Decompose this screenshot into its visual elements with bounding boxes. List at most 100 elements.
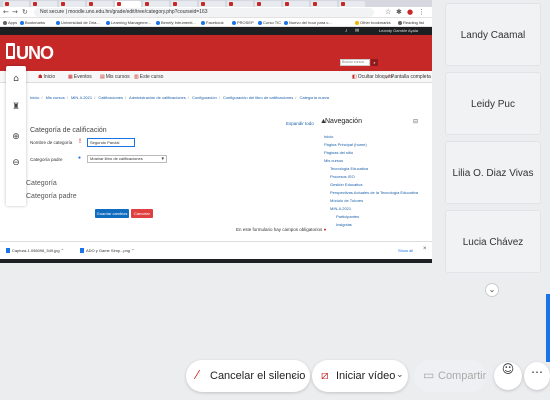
forward-icon[interactable]: → (12, 8, 18, 16)
nav-item[interactable]: Páginas del sitio (324, 150, 353, 155)
zoom-in-icon[interactable]: ⊕ (6, 132, 26, 142)
nav-item[interactable]: Página Principal (home) (324, 142, 367, 147)
fullscreen-button[interactable]: ⤢Pantalla completa (386, 74, 431, 80)
bookmark-reading-list[interactable]: Reading list (398, 20, 424, 25)
breadcrumb-item[interactable]: Mis cursos (46, 95, 65, 100)
bookmark-apps[interactable]: Apps (3, 20, 17, 25)
block-dock-icon[interactable]: ⊟ (413, 118, 418, 125)
participant-name: Leidy Puc (471, 99, 515, 110)
reactions-icon[interactable]: ☺ (494, 362, 522, 390)
nav-item[interactable]: Perspectivas Actuales de la Tecnología E… (330, 190, 418, 195)
os-taskbar (0, 259, 432, 263)
nav-mis-cursos[interactable]: ▤Mis cursos (100, 74, 130, 80)
nav-item[interactable]: Gestión Educativa (330, 182, 362, 187)
share-label: Compartir (438, 370, 487, 382)
nav-item[interactable]: Participantes (336, 214, 359, 219)
required-fields-note: En este formulario hay campos obligatori… (236, 227, 327, 232)
cancel-button[interactable]: Cancelar (131, 209, 153, 218)
breadcrumb-item[interactable]: Calificaciones (98, 95, 123, 100)
mic-muted-icon: ⁄ (196, 368, 199, 382)
parent-category-select[interactable]: Mostrar libro de calificaciones (87, 155, 167, 163)
bookmark-item[interactable]: Nuevo del hour para c... (284, 20, 332, 25)
breadcrumb-item[interactable]: Administración de calificaciones (129, 95, 186, 100)
uno-logo-mark (6, 43, 15, 59)
bookmark-item[interactable]: Bookmarks (20, 20, 45, 25)
download-item[interactable]: ADO y Game Simp...png ⌃ (80, 248, 134, 253)
bookmark-item[interactable]: Benefy Intrumenti... (156, 20, 196, 25)
bookmark-item[interactable]: PROSEP (232, 20, 254, 25)
bookmark-item[interactable]: Learning Manageme... (106, 20, 151, 25)
reload-icon[interactable]: ↻ (22, 8, 28, 16)
search-icon[interactable]: ⌕ (371, 59, 378, 66)
downloads-bar: Captura-1.098096_549.jpg ⌃ ADO y Game Si… (0, 241, 432, 259)
breadcrumb-item[interactable]: Inicio (30, 95, 39, 100)
chevron-down-icon[interactable]: ⌄ (396, 370, 404, 380)
url-text: Not secure | moodle.uno.edu.hn/grade/edi… (40, 9, 208, 15)
moodle-banner: UNO Buscar cursos ⌕ (0, 35, 432, 71)
download-item[interactable]: Captura-1.098096_549.jpg ⌃ (6, 248, 64, 253)
breadcrumb: Inicio / Mis cursos / MIN-II-2021/ Calific… (30, 95, 330, 100)
show-all-downloads-link[interactable]: Show all (398, 248, 413, 253)
expand-all-link[interactable]: Expandir todo (286, 121, 314, 126)
bookmark-other[interactable]: Other bookmarks (355, 20, 391, 25)
nav-eventos[interactable]: ▦Eventos (68, 74, 92, 80)
nav-item[interactable]: Mis cursos (324, 158, 343, 163)
participant-tile[interactable]: Lucia Chávez (445, 210, 541, 273)
more-options-icon[interactable]: … (524, 362, 550, 390)
navigation-title: Navegación (325, 118, 362, 125)
nav-item[interactable]: MIN-II-2021 (330, 206, 351, 211)
participant-tile[interactable]: Lilia O. Diaz Vivas (445, 141, 541, 204)
nav-item[interactable]: Insignias (336, 222, 352, 227)
share-button[interactable]: ▭ Compartir (414, 360, 486, 392)
nav-item[interactable]: Tecnología Educativa (330, 166, 368, 171)
share-screen-icon: ▭ (423, 368, 435, 382)
name-label: Nombre de categoría (30, 140, 73, 145)
chevron-down-icon[interactable]: ⌄ (290, 370, 298, 380)
browser-menu-icon[interactable]: ⋮ (418, 8, 425, 16)
profile-icon[interactable]: ● (407, 8, 413, 16)
participant-name: Lilia O. Diaz Vivas (452, 168, 534, 179)
bookmark-item[interactable]: Universidad de Oria... (56, 20, 100, 25)
nav-item[interactable]: Procesos ISO (330, 174, 355, 179)
url-field[interactable]: Not secure | moodle.uno.edu.hn/grade/edi… (34, 8, 374, 17)
uno-logo-text: UNO (16, 43, 54, 63)
shared-screen: ← → ↻ Not secure | moodle.uno.edu.hn/gra… (0, 0, 432, 263)
home-icon[interactable]: ⌂ (6, 74, 26, 84)
moodle-top-bar: ♪ ✉ Leandy Gamble Ayala (0, 27, 432, 35)
breadcrumb-item[interactable]: MIN-II-2021 (71, 95, 92, 100)
help-icon[interactable]: ● (78, 155, 81, 161)
start-video-button[interactable]: ⧄ Iniciar vídeo ⌄ (312, 360, 408, 392)
back-icon[interactable]: ← (3, 8, 9, 16)
nav-inicio[interactable]: ☗Inicio (38, 74, 55, 80)
messages-icon[interactable]: ✉ (355, 28, 359, 34)
section-categoria-padre[interactable]: Categoría padre (26, 193, 77, 200)
extensions-icon[interactable]: ✱ (396, 8, 402, 16)
camera-off-icon: ⧄ (321, 368, 329, 382)
unmute-button[interactable]: ⁄ Cancelar el silencio ⌄ (186, 360, 310, 392)
nav-item[interactable]: Módulo de Tutores (330, 198, 363, 203)
highlighter-icon[interactable]: ♜ (6, 102, 26, 112)
breadcrumb-item[interactable]: Configuración del libro de calificacione… (223, 95, 293, 100)
course-search-input[interactable]: Buscar cursos (340, 59, 370, 66)
navigation-block: ▲ Navegación ⊟ Inicio Página Principal (… (320, 116, 422, 236)
notification-bell-icon[interactable]: ♪ (345, 28, 348, 34)
nav-item[interactable]: Inicio (324, 134, 333, 139)
participant-tile[interactable]: Leidy Puc (445, 72, 541, 135)
participant-tile[interactable]: Landy Caamal (445, 3, 541, 66)
close-icon[interactable]: × (423, 246, 427, 252)
required-icon: ! (79, 139, 81, 145)
breadcrumb-item[interactable]: Configuración (192, 95, 217, 100)
zoom-out-icon[interactable]: ⊖ (6, 158, 26, 168)
bookmark-item[interactable]: Curso TIC (258, 20, 281, 25)
category-name-input[interactable]: Segundo Parcial (87, 138, 135, 147)
star-icon[interactable]: ☆ (385, 8, 391, 16)
chevron-down-icon[interactable]: ⌄ (485, 283, 499, 297)
participant-name: Landy Caamal (460, 30, 526, 41)
bookmark-item[interactable]: Facebook (201, 20, 224, 25)
start-video-label: Iniciar vídeo (336, 370, 396, 382)
section-categoria[interactable]: Categoría (26, 180, 57, 187)
browser-tab-strip (0, 0, 432, 7)
user-menu[interactable]: Leandy Gamble Ayala (379, 28, 418, 33)
save-button[interactable]: Guardar cambios (95, 209, 129, 218)
nav-este-curso[interactable]: ▥Este curso (134, 74, 163, 80)
